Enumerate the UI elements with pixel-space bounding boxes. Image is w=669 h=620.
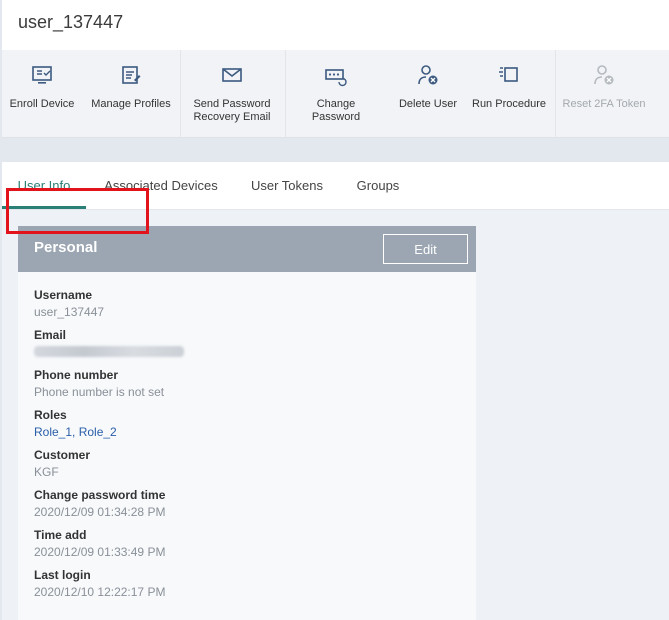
last-login-label: Last login bbox=[34, 568, 91, 582]
customer-value: KGF bbox=[34, 465, 59, 479]
toolbar-separator bbox=[285, 50, 286, 138]
send-password-recovery-email-button[interactable]: Send Password Recovery Email bbox=[186, 50, 278, 138]
run-procedure-button[interactable]: Run Procedure bbox=[468, 50, 550, 138]
run-procedure-label: Run Procedure bbox=[472, 98, 546, 110]
last-login-value: 2020/12/10 12:22:17 PM bbox=[34, 585, 166, 599]
tab-user-tokens[interactable]: User Tokens bbox=[248, 162, 326, 209]
customer-label: Customer bbox=[34, 448, 91, 462]
reset-2fa-token-button[interactable]: Reset 2FA Token bbox=[559, 50, 649, 138]
roles-highlight-box bbox=[6, 188, 149, 234]
enroll-device-label: Enroll Device bbox=[9, 98, 75, 110]
time-add-value: 2020/12/09 01:33:49 PM bbox=[34, 545, 166, 559]
roles-label: Roles bbox=[34, 408, 67, 422]
toolbar-separator bbox=[180, 50, 181, 138]
delete-user-label: Delete User bbox=[398, 98, 458, 110]
toolbar-separator bbox=[555, 50, 556, 138]
change-password-time-value: 2020/12/09 01:34:28 PM bbox=[34, 505, 166, 519]
customer-field: Customer KGF bbox=[34, 448, 90, 479]
send-password-recovery-email-label: Send Password Recovery Email bbox=[193, 98, 271, 123]
enroll-device-button[interactable]: Enroll Device bbox=[8, 50, 76, 138]
username-label: Username bbox=[34, 288, 93, 302]
change-password-time-label: Change password time bbox=[34, 488, 166, 502]
username-field: Username user_137447 bbox=[34, 288, 104, 319]
action-toolbar: Enroll Device Manage Profiles Send Passw… bbox=[2, 50, 669, 138]
tab-groups[interactable]: Groups bbox=[354, 162, 402, 209]
edit-button[interactable]: Edit bbox=[383, 234, 468, 264]
change-password-icon bbox=[323, 62, 349, 88]
personal-card: Personal Edit Username user_137447 Email… bbox=[18, 226, 476, 620]
change-password-button[interactable]: Change Password bbox=[300, 50, 372, 138]
delete-user-icon bbox=[415, 62, 441, 88]
tab-content: Personal Edit Username user_137447 Email… bbox=[2, 210, 669, 620]
personal-card-title: Personal bbox=[34, 239, 98, 256]
envelope-icon bbox=[219, 62, 245, 88]
phone-label: Phone number bbox=[34, 368, 119, 382]
manage-profiles-label: Manage Profiles bbox=[91, 98, 171, 110]
roles-field: Roles Role_1, Role_2 bbox=[34, 408, 117, 439]
page-title: user_137447 bbox=[18, 12, 124, 32]
reset-2fa-icon bbox=[591, 62, 617, 88]
title-bar: user_137447 bbox=[2, 0, 669, 50]
email-value-redacted bbox=[34, 346, 184, 357]
reset-2fa-token-label: Reset 2FA Token bbox=[562, 98, 646, 110]
roles-value-link[interactable]: Role_1, Role_2 bbox=[34, 425, 117, 439]
phone-value: Phone number is not set bbox=[34, 385, 165, 399]
run-procedure-icon bbox=[496, 62, 522, 88]
last-login-field: Last login 2020/12/10 12:22:17 PM bbox=[34, 568, 165, 599]
delete-user-button[interactable]: Delete User bbox=[394, 50, 462, 138]
manage-profiles-icon bbox=[118, 62, 144, 88]
email-field: Email bbox=[34, 328, 184, 357]
phone-field: Phone number Phone number is not set bbox=[34, 368, 164, 399]
username-value: user_137447 bbox=[34, 305, 105, 319]
enroll-device-icon bbox=[29, 62, 55, 88]
time-add-field: Time add 2020/12/09 01:33:49 PM bbox=[34, 528, 165, 559]
change-password-time-field: Change password time 2020/12/09 01:34:28… bbox=[34, 488, 165, 519]
email-label: Email bbox=[34, 328, 67, 342]
change-password-label: Change Password bbox=[311, 98, 361, 123]
time-add-label: Time add bbox=[34, 528, 87, 542]
manage-profiles-button[interactable]: Manage Profiles bbox=[88, 50, 174, 138]
